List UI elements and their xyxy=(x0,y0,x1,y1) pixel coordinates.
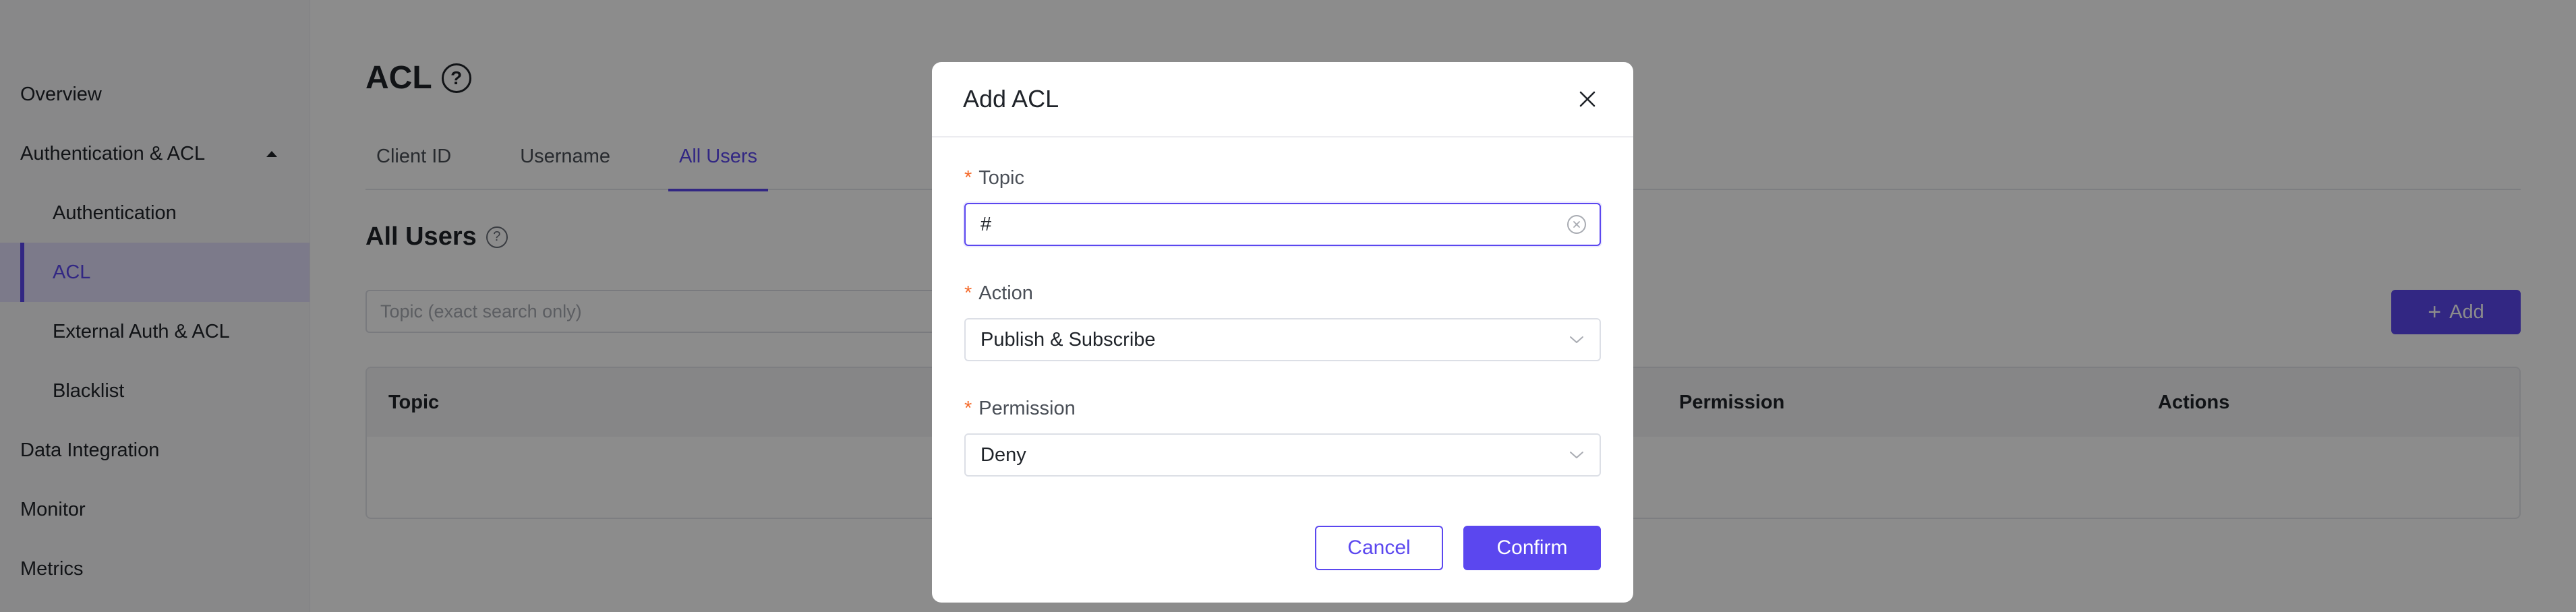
action-label-text: Action xyxy=(978,282,1033,304)
cancel-button[interactable]: Cancel xyxy=(1315,526,1443,570)
action-select-value: Publish & Subscribe xyxy=(980,328,1156,350)
action-label: * Action xyxy=(964,282,1601,305)
add-acl-dialog: Add ACL * Topic * xyxy=(932,62,1633,603)
chevron-down-icon xyxy=(1567,446,1586,464)
permission-label: * Permission xyxy=(964,398,1601,420)
dialog-header: Add ACL xyxy=(932,62,1633,137)
required-asterisk: * xyxy=(964,398,972,419)
topic-label: * Topic xyxy=(964,167,1601,189)
permission-form-item: * Permission Deny xyxy=(964,398,1601,477)
topic-field xyxy=(964,203,1601,246)
permission-label-text: Permission xyxy=(978,398,1076,419)
confirm-button[interactable]: Confirm xyxy=(1463,526,1601,570)
close-button[interactable] xyxy=(1573,84,1602,114)
close-icon xyxy=(1579,91,1596,107)
clear-x-icon xyxy=(1573,221,1580,228)
dialog-footer: Cancel Confirm xyxy=(1315,526,1601,570)
clear-icon[interactable] xyxy=(1567,215,1586,234)
chevron-down-icon xyxy=(1567,330,1586,349)
permission-select[interactable]: Deny xyxy=(964,433,1601,477)
topic-input[interactable] xyxy=(980,213,1560,236)
permission-select-value: Deny xyxy=(980,443,1026,466)
dialog-body: * Topic * Action Publish & Subscribe xyxy=(932,137,1633,477)
action-select[interactable]: Publish & Subscribe xyxy=(964,318,1601,361)
required-asterisk: * xyxy=(964,282,972,304)
action-form-item: * Action Publish & Subscribe xyxy=(964,282,1601,361)
required-asterisk: * xyxy=(964,167,972,189)
dialog-title: Add ACL xyxy=(963,85,1059,113)
topic-label-text: Topic xyxy=(978,167,1024,189)
topic-form-item: * Topic xyxy=(964,167,1601,246)
